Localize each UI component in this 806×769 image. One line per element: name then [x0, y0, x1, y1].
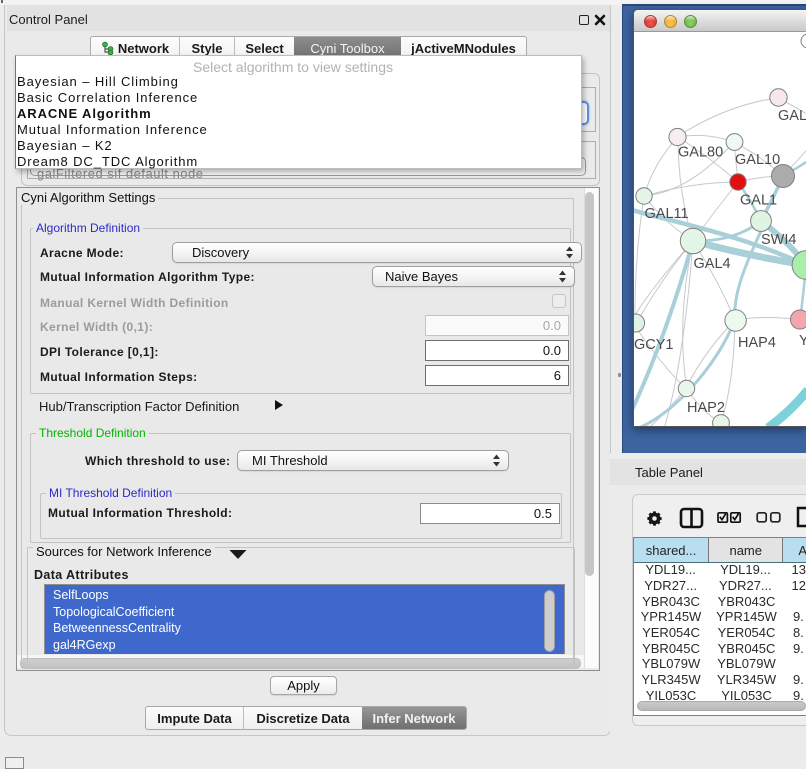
svg-text:SWI4: SWI4: [761, 232, 796, 248]
svg-text:GAL10: GAL10: [735, 152, 780, 168]
svg-text:GAL80: GAL80: [678, 145, 723, 161]
svg-text:GAL7: GAL7: [778, 108, 806, 124]
svg-text:GCY1: GCY1: [634, 337, 674, 353]
svg-text:Y: Y: [799, 333, 806, 349]
svg-text:GAL1: GAL1: [740, 193, 777, 209]
svg-text:HAP2: HAP2: [687, 400, 725, 416]
svg-text:GAL4: GAL4: [694, 256, 731, 272]
svg-text:GAL11: GAL11: [645, 206, 689, 222]
svg-text:HAP4: HAP4: [738, 335, 776, 351]
